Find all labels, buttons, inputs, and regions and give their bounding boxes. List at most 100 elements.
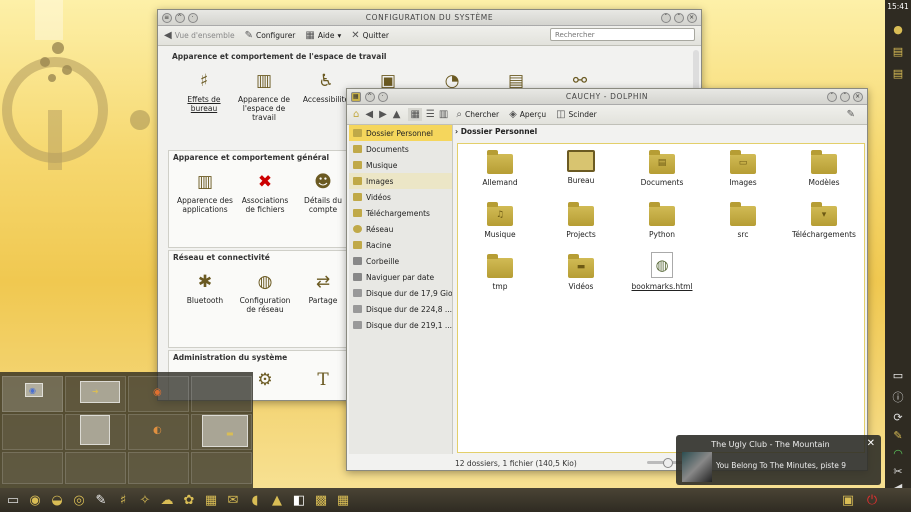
menu-icon[interactable]: ▤ xyxy=(890,44,906,60)
desktop-12[interactable] xyxy=(191,452,252,484)
package-icon[interactable]: ◧ xyxy=(288,489,310,511)
desktop-2[interactable]: ➜ xyxy=(65,376,126,412)
acrobat-icon[interactable]: ✧ xyxy=(134,489,156,511)
place-item[interactable]: Vidéos xyxy=(349,189,452,205)
fonts-item[interactable]: T xyxy=(295,369,351,394)
place-item[interactable]: Disque dur de 17,9 Gio xyxy=(349,285,452,301)
quit-button[interactable]: ✕ Quitter xyxy=(351,30,389,41)
vlc-icon[interactable]: ▲ xyxy=(266,489,288,511)
maximize-icon[interactable]: ˆ xyxy=(840,91,850,102)
file-item[interactable]: src xyxy=(703,202,783,239)
forward-button[interactable]: ▶ xyxy=(379,109,387,120)
back-button[interactable]: ◀ xyxy=(365,109,373,120)
bird-icon[interactable]: ✿ xyxy=(178,489,200,511)
settings-icon[interactable]: ♯ xyxy=(112,489,134,511)
app-launcher-icon[interactable]: ◉ xyxy=(24,489,46,511)
help-button[interactable]: ▦ Aide ▾ xyxy=(305,30,341,41)
bluetooth-item[interactable]: ✱ Bluetooth xyxy=(177,271,233,305)
file-item[interactable]: tmp xyxy=(460,254,540,291)
desktop-8[interactable]: ▬ xyxy=(191,414,252,450)
file-item[interactable]: Allemand xyxy=(460,150,540,187)
leaf-icon[interactable]: ◖ xyxy=(244,489,266,511)
application-appearance-item[interactable]: ▥ Apparence des applications xyxy=(177,171,233,214)
search-input[interactable] xyxy=(550,28,695,41)
grid-apps-icon[interactable]: ▦ xyxy=(200,489,222,511)
file-item[interactable]: Projects xyxy=(541,202,621,239)
configure-button[interactable]: ✎ Configurer xyxy=(245,30,296,41)
account-details-item[interactable]: ☻ Détails du compte xyxy=(295,171,351,214)
info-icon[interactable]: ⓘ xyxy=(890,390,906,406)
file-item[interactable]: Bureau xyxy=(541,150,621,185)
menu-icon[interactable]: ▤ xyxy=(890,66,906,82)
power-icon[interactable]: ⏻ xyxy=(861,489,883,511)
place-item[interactable]: Réseau xyxy=(349,221,452,237)
minimize-icon[interactable]: ˇ xyxy=(827,91,837,102)
wifi-icon[interactable]: ◠ xyxy=(890,446,906,462)
battery-icon[interactable]: ▭ xyxy=(890,368,906,384)
maximize-icon[interactable]: ˆ xyxy=(674,12,684,23)
display-icon[interactable]: ▩ xyxy=(310,489,332,511)
place-item[interactable]: Dossier Personnel xyxy=(349,125,452,141)
desktop-4[interactable] xyxy=(191,376,252,412)
kde-connect-icon[interactable]: ☁ xyxy=(156,489,178,511)
place-item[interactable]: Naviguer par date xyxy=(349,269,452,285)
file-item[interactable]: Modèles xyxy=(784,150,864,187)
text-editor-icon[interactable]: ✎ xyxy=(90,489,112,511)
workspace-appearance-item[interactable]: ▥ Apparence de l'espace de travail xyxy=(236,70,292,122)
file-item[interactable]: ♫ Musique xyxy=(460,202,540,239)
file-item[interactable]: ◍ bookmarks.html xyxy=(622,252,702,291)
place-item[interactable]: Disque dur de 219,1 ... xyxy=(349,317,452,333)
close-icon[interactable]: ✕ xyxy=(867,438,875,449)
desktop-1[interactable]: ◉ xyxy=(2,376,63,412)
home-button[interactable]: ⌂ xyxy=(353,109,359,120)
breadcrumb[interactable]: › Dossier Personnel xyxy=(455,127,537,136)
network-settings-item[interactable]: ◍ Configuration de réseau xyxy=(237,271,293,314)
desktop-5[interactable] xyxy=(2,414,63,450)
desktop-3[interactable]: ◉ xyxy=(128,376,189,412)
chrome-icon[interactable]: ◎ xyxy=(68,489,90,511)
place-item[interactable]: Musique xyxy=(349,157,452,173)
file-item[interactable]: ▤ Documents xyxy=(622,150,702,187)
file-item[interactable]: ▬ Vidéos xyxy=(541,254,621,291)
place-item[interactable]: Racine xyxy=(349,237,452,253)
place-item[interactable]: Téléchargements xyxy=(349,205,452,221)
clock[interactable]: 15:41 xyxy=(885,2,911,11)
paste-icon[interactable]: ✎ xyxy=(890,428,906,444)
minimize-icon[interactable]: ˇ xyxy=(661,12,671,23)
dolphin-icon[interactable]: ◒ xyxy=(46,489,68,511)
overview-button[interactable]: ◀ Vue d'ensemble xyxy=(164,30,235,41)
desktop-7[interactable]: ◐ xyxy=(128,414,189,450)
place-item[interactable]: Documents xyxy=(349,141,452,157)
mail-icon[interactable]: ✉ xyxy=(222,489,244,511)
close-icon[interactable]: × xyxy=(853,91,863,102)
close-icon[interactable]: × xyxy=(687,12,697,23)
file-view[interactable]: Allemand Bureau ▤ Documents ▭ Images Modèl… xyxy=(457,143,865,453)
lock-icon[interactable]: ▣ xyxy=(837,489,859,511)
dashboard-icon[interactable]: ● xyxy=(890,22,906,38)
file-item[interactable]: ▾ Téléchargements xyxy=(784,202,864,239)
details-view-button[interactable]: ☰ xyxy=(426,109,435,120)
file-associations-item[interactable]: ✖ Associations de fichiers xyxy=(237,171,293,214)
desktop-11[interactable] xyxy=(128,452,189,484)
sharing-item[interactable]: ⇄ Partage xyxy=(295,271,351,305)
icons-view-button[interactable]: ▦ xyxy=(408,108,422,121)
up-button[interactable]: ▲ xyxy=(393,109,401,120)
search-button[interactable]: ⌕ Chercher xyxy=(456,109,499,120)
terminal-icon[interactable]: ▭ xyxy=(2,489,24,511)
file-item[interactable]: ▭ Images xyxy=(703,150,783,187)
desktop-6[interactable] xyxy=(65,414,126,450)
file-item[interactable]: Python xyxy=(622,202,702,239)
split-button[interactable]: ◫ Scinder xyxy=(556,109,597,120)
place-item[interactable]: Disque dur de 224,8 ... xyxy=(349,301,452,317)
media-notification[interactable]: The Ugly Club - The Mountain ✕ You Belon… xyxy=(676,435,881,485)
desktop-9[interactable] xyxy=(2,452,63,484)
system-settings-titlebar[interactable]: ≡ ^ · Configuration du système ˇ ˆ × xyxy=(158,10,701,26)
desktop-10[interactable] xyxy=(65,452,126,484)
columns-view-button[interactable]: ▥ xyxy=(439,109,448,120)
sudoku-icon[interactable]: ▦ xyxy=(332,489,354,511)
place-item[interactable]: Images xyxy=(349,173,452,189)
dolphin-titlebar[interactable]: ▦ ^ · cauchy - Dolphin ˇ ˆ × xyxy=(347,89,867,105)
scissors-icon[interactable]: ✂ xyxy=(890,464,906,480)
preview-button[interactable]: ◈ Aperçu xyxy=(509,109,546,120)
desktop-effects-item[interactable]: ♯ Effets de bureau xyxy=(176,70,232,113)
